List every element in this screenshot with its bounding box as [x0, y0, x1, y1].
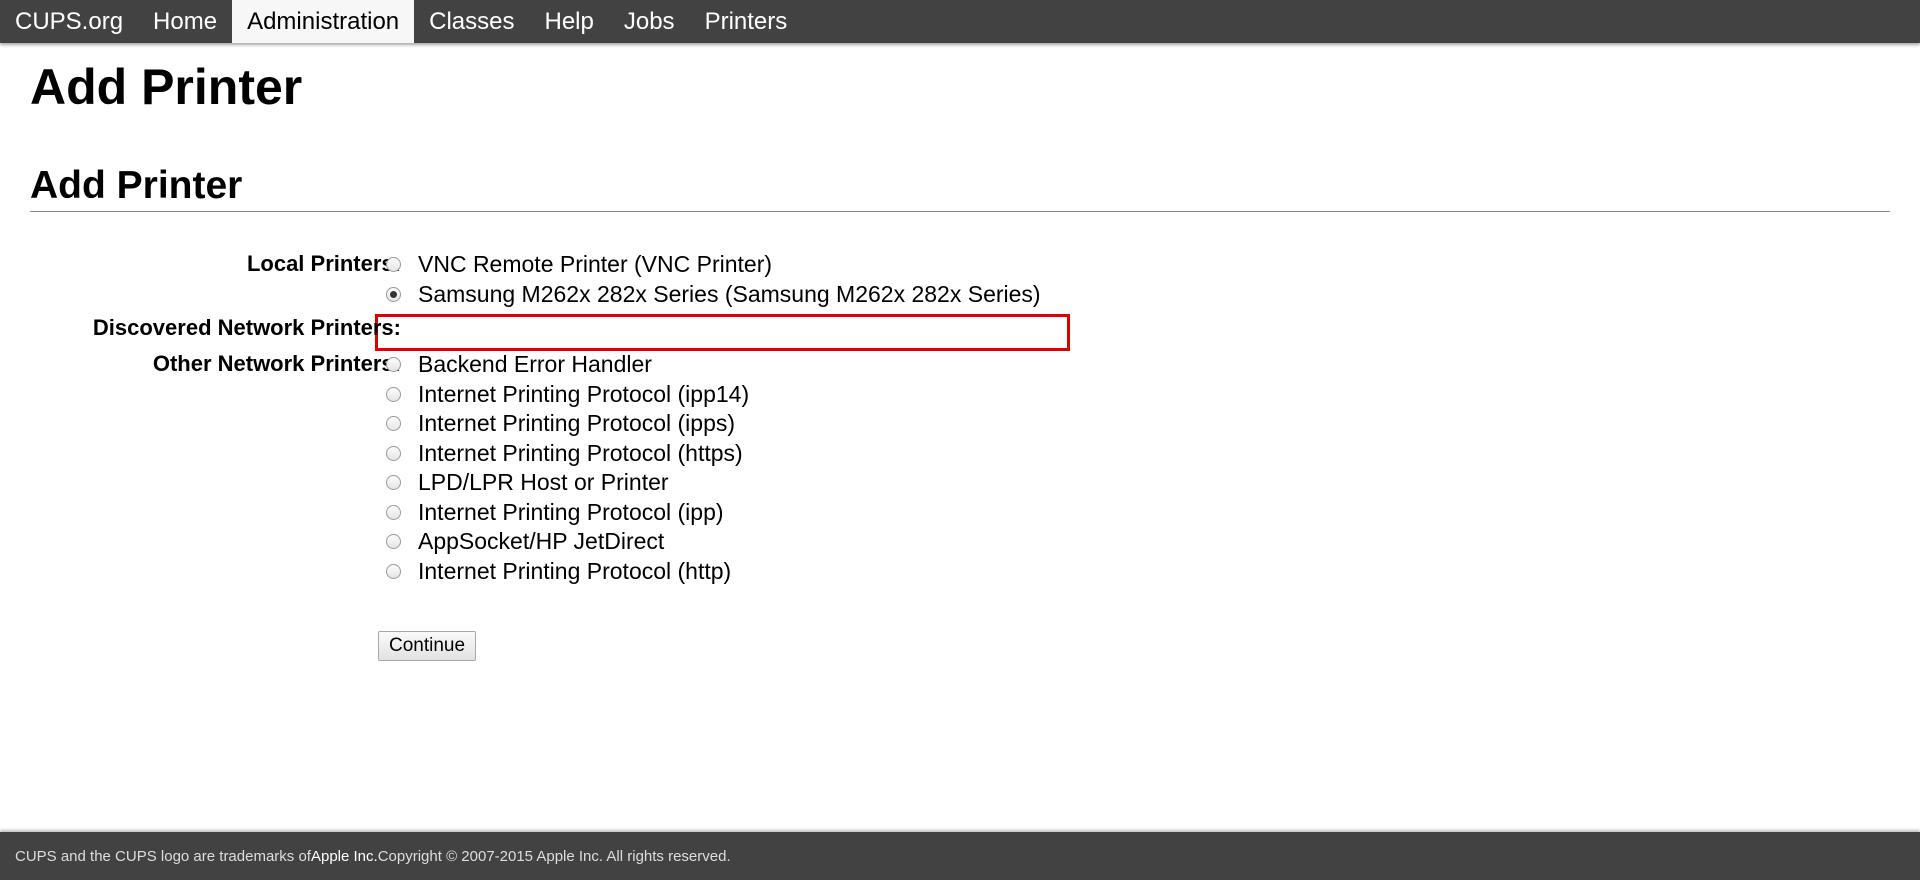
section-divider [30, 211, 1890, 212]
other-printer-option-backend-error-handler[interactable]: Backend Error Handler [386, 351, 652, 378]
other-network-printers-label: Other Network Printers: [152, 351, 401, 376]
top-nav-bar: CUPS.org Home Administration Classes Hel… [0, 0, 1920, 43]
section-title: Add Printer [30, 164, 243, 207]
option-label: Internet Printing Protocol (http) [418, 558, 732, 584]
nav-item-jobs[interactable]: Jobs [609, 0, 690, 43]
local-printer-option-vnc[interactable]: VNC Remote Printer (VNC Printer) [386, 251, 772, 278]
other-printer-option-http[interactable]: Internet Printing Protocol (http) [386, 558, 731, 585]
option-label: Backend Error Handler [418, 351, 652, 377]
radio-ipps[interactable] [386, 416, 401, 431]
option-label: Internet Printing Protocol (ipps) [418, 410, 736, 436]
nav-item-administration[interactable]: Administration [232, 0, 415, 43]
nav-item-cups-org[interactable]: CUPS.org [0, 0, 138, 43]
option-label: LPD/LPR Host or Printer [418, 469, 669, 495]
other-printer-option-lpd[interactable]: LPD/LPR Host or Printer [386, 469, 669, 496]
radio-vnc-remote-printer[interactable] [386, 257, 401, 272]
radio-samsung-m262x[interactable] [386, 287, 401, 302]
other-printer-option-ipps[interactable]: Internet Printing Protocol (ipps) [386, 410, 735, 437]
other-printer-option-appsocket[interactable]: AppSocket/HP JetDirect [386, 528, 664, 555]
option-label: AppSocket/HP JetDirect [418, 528, 665, 554]
discovered-network-printers-label: Discovered Network Printers: [92, 315, 401, 340]
nav-menu: CUPS.org Home Administration Classes Hel… [0, 0, 1920, 43]
nav-item-printers[interactable]: Printers [690, 0, 803, 43]
option-label: Internet Printing Protocol (https) [418, 440, 743, 466]
radio-http[interactable] [386, 564, 401, 579]
nav-item-help[interactable]: Help [530, 0, 609, 43]
nav-item-home[interactable]: Home [138, 0, 232, 43]
option-label: Internet Printing Protocol (ipp) [418, 499, 724, 525]
footer-company-link[interactable]: Apple Inc. [311, 848, 378, 865]
radio-https[interactable] [386, 446, 401, 461]
page-title: Add Printer [30, 59, 303, 115]
local-printer-option-samsung[interactable]: Samsung M262x 282x Series (Samsung M262x… [386, 281, 1041, 308]
footer-text-prefix: CUPS and the CUPS logo are trademarks of [15, 847, 311, 865]
option-label: Internet Printing Protocol (ipp14) [418, 381, 750, 407]
nav-item-classes[interactable]: Classes [414, 0, 529, 43]
other-printer-option-https[interactable]: Internet Printing Protocol (https) [386, 440, 743, 467]
radio-lpd-lpr[interactable] [386, 475, 401, 490]
option-label: VNC Remote Printer (VNC Printer) [418, 251, 773, 277]
other-printer-option-ipp[interactable]: Internet Printing Protocol (ipp) [386, 499, 724, 526]
other-printer-option-ipp14[interactable]: Internet Printing Protocol (ipp14) [386, 381, 749, 408]
radio-backend-error-handler[interactable] [386, 357, 401, 372]
continue-button[interactable]: Continue [378, 631, 477, 661]
footer-text-suffix: Copyright © 2007-2015 Apple Inc. All rig… [377, 847, 731, 865]
footer: CUPS and the CUPS logo are trademarks of… [0, 832, 1920, 880]
local-printers-label: Local Printers: [246, 251, 401, 276]
radio-appsocket-jetdirect[interactable] [386, 534, 401, 549]
option-label: Samsung M262x 282x Series (Samsung M262x… [418, 281, 1041, 307]
radio-ipp[interactable] [386, 505, 401, 520]
page: CUPS.org Home Administration Classes Hel… [0, 0, 1920, 880]
selection-highlight-box [375, 314, 1070, 351]
radio-ipp14[interactable] [386, 387, 401, 402]
